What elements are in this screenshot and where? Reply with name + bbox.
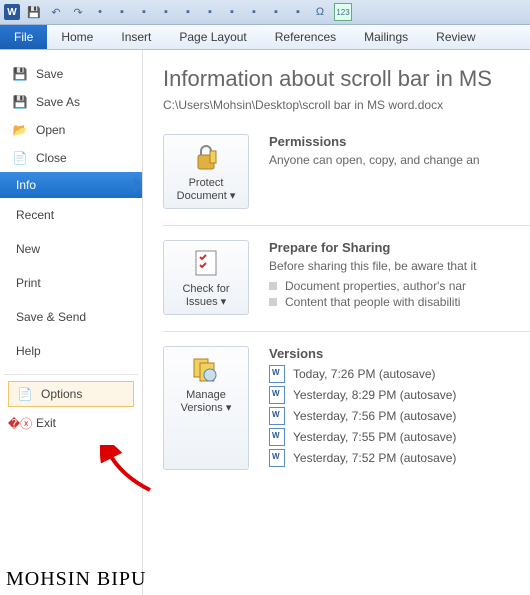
- protect-document-button[interactable]: Protect Document ▾: [163, 134, 249, 209]
- sidebar-divider: [4, 374, 138, 375]
- sidebar-item-recent[interactable]: Recent: [0, 198, 142, 232]
- tab-file[interactable]: File: [0, 25, 47, 49]
- button-label: Check for Issues ▾: [168, 283, 244, 308]
- sidebar-label: Exit: [36, 416, 56, 430]
- check-issues-button[interactable]: Check for Issues ▾: [163, 240, 249, 315]
- saveas-icon: 💾: [12, 94, 28, 110]
- tab-insert[interactable]: Insert: [107, 25, 165, 49]
- word-doc-icon: [269, 365, 285, 383]
- word-app-icon[interactable]: W: [4, 4, 20, 20]
- redo-icon[interactable]: ↷: [70, 4, 86, 20]
- section-heading: Permissions: [269, 134, 530, 149]
- file-path: C:\Users\Mohsin\Desktop\scroll bar in MS…: [163, 98, 530, 112]
- sidebar-label: Print: [16, 276, 41, 290]
- sidebar-label: New: [16, 242, 40, 256]
- qat-icon[interactable]: ▪: [246, 4, 262, 20]
- sidebar-item-info[interactable]: Info: [0, 172, 142, 198]
- lock-icon: [190, 141, 222, 173]
- versions-icon: [190, 353, 222, 385]
- qat-icon[interactable]: ▪: [268, 4, 284, 20]
- version-row[interactable]: Yesterday, 7:55 PM (autosave): [269, 428, 530, 446]
- bullet-icon: [269, 298, 277, 306]
- qat-icon[interactable]: ▪: [158, 4, 174, 20]
- options-icon: 📄: [17, 386, 33, 402]
- sidebar-item-new[interactable]: New: [0, 232, 142, 266]
- word-doc-icon: [269, 449, 285, 467]
- save-icon[interactable]: 💾: [26, 4, 42, 20]
- backstage-sidebar: 💾Save 💾Save As 📂Open 📄Close Info Recent …: [0, 50, 143, 595]
- sidebar-item-exit[interactable]: �ⓧ Exit: [0, 409, 142, 437]
- tab-references[interactable]: References: [261, 25, 350, 49]
- button-label: Manage Versions ▾: [168, 389, 244, 414]
- sidebar-label: Save & Send: [16, 310, 86, 324]
- button-label: Protect Document ▾: [168, 177, 244, 202]
- watermark-signature: Mohsin Bipu: [6, 568, 146, 591]
- version-row[interactable]: Yesterday, 7:52 PM (autosave): [269, 449, 530, 467]
- qat-icon[interactable]: ▪: [114, 4, 130, 20]
- tab-home[interactable]: Home: [47, 25, 107, 49]
- word-doc-icon: [269, 407, 285, 425]
- sidebar-item-open[interactable]: 📂 Open: [0, 116, 142, 144]
- sidebar-label: Open: [36, 123, 65, 137]
- bullet-icon: [269, 282, 277, 290]
- backstage-main: Information about scroll bar in MS C:\Us…: [143, 50, 530, 595]
- qat-icon[interactable]: ▪: [136, 4, 152, 20]
- quick-access-toolbar: W 💾 ↶ ↷ • ▪ ▪ ▪ ▪ ▪ ▪ ▪ ▪ ▪ Ω 123: [0, 0, 530, 25]
- undo-icon[interactable]: ↶: [48, 4, 64, 20]
- checklist-icon: [190, 247, 222, 279]
- sidebar-item-help[interactable]: Help: [0, 334, 142, 368]
- sidebar-item-close[interactable]: 📄 Close: [0, 144, 142, 172]
- section-heading: Versions: [269, 346, 530, 361]
- tab-mailings[interactable]: Mailings: [350, 25, 422, 49]
- open-icon: 📂: [12, 122, 28, 138]
- sidebar-label: Save: [36, 67, 63, 81]
- qat-icon[interactable]: ▪: [224, 4, 240, 20]
- version-row[interactable]: Yesterday, 7:56 PM (autosave): [269, 407, 530, 425]
- sidebar-label: Info: [16, 178, 36, 192]
- omega-icon[interactable]: Ω: [312, 4, 328, 20]
- word-doc-icon: [269, 428, 285, 446]
- qat-icon[interactable]: ▪: [290, 4, 306, 20]
- save-icon: 💾: [12, 66, 28, 82]
- sidebar-item-options[interactable]: 📄 Options: [8, 381, 134, 407]
- sidebar-item-saveas[interactable]: 💾 Save As: [0, 88, 142, 116]
- sharing-section: Check for Issues ▾ Prepare for Sharing B…: [163, 240, 530, 332]
- word-doc-icon: [269, 386, 285, 404]
- manage-versions-button[interactable]: Manage Versions ▾: [163, 346, 249, 470]
- qat-icon[interactable]: ▪: [180, 4, 196, 20]
- section-heading: Prepare for Sharing: [269, 240, 530, 255]
- versions-section: Manage Versions ▾ Versions Today, 7:26 P…: [163, 346, 530, 486]
- tab-review[interactable]: Review: [422, 25, 489, 49]
- sidebar-item-savesend[interactable]: Save & Send: [0, 300, 142, 334]
- page-title: Information about scroll bar in MS: [163, 66, 530, 92]
- sidebar-item-save[interactable]: 💾 Save: [0, 60, 142, 88]
- tab-page-layout[interactable]: Page Layout: [165, 25, 260, 49]
- bullet-item: Document properties, author's nar: [269, 279, 530, 293]
- sidebar-label: Recent: [16, 208, 54, 222]
- section-text: Before sharing this file, be aware that …: [269, 259, 530, 273]
- version-row[interactable]: Yesterday, 8:29 PM (autosave): [269, 386, 530, 404]
- num-icon[interactable]: 123: [334, 3, 352, 21]
- ribbon-tabs: File Home Insert Page Layout References …: [0, 25, 530, 50]
- qat-icon[interactable]: ▪: [202, 4, 218, 20]
- qat-icon[interactable]: •: [92, 4, 108, 20]
- sidebar-item-print[interactable]: Print: [0, 266, 142, 300]
- sidebar-label: Help: [16, 344, 41, 358]
- bullet-item: Content that people with disabiliti: [269, 295, 530, 309]
- sidebar-label: Save As: [36, 95, 80, 109]
- sidebar-label: Options: [41, 387, 82, 401]
- close-icon: 📄: [12, 150, 28, 166]
- exit-icon: �ⓧ: [12, 415, 28, 431]
- section-text: Anyone can open, copy, and change an: [269, 153, 530, 167]
- sidebar-label: Close: [36, 151, 67, 165]
- version-row[interactable]: Today, 7:26 PM (autosave): [269, 365, 530, 383]
- permissions-section: Protect Document ▾ Permissions Anyone ca…: [163, 134, 530, 226]
